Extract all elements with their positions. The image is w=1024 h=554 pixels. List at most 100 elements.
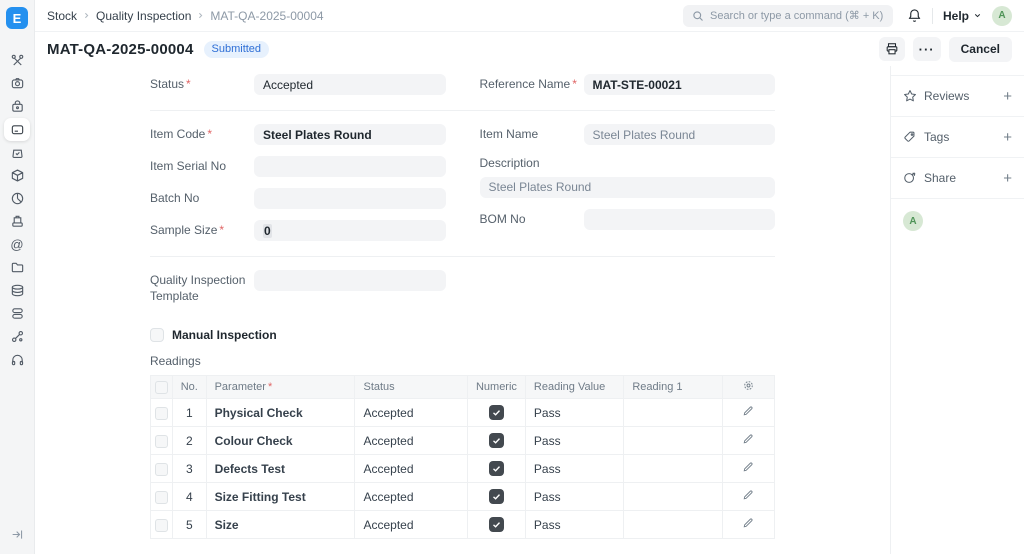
manual-inspection-field[interactable]: Manual Inspection <box>150 328 775 342</box>
app-logo[interactable]: E <box>6 7 28 29</box>
numeric-cell[interactable] <box>467 511 525 539</box>
row-checkbox[interactable] <box>155 519 168 532</box>
reading-1-cell[interactable] <box>624 427 722 455</box>
breadcrumb-separator-icon <box>196 11 205 20</box>
qi-template-input[interactable] <box>254 270 446 291</box>
parameter-cell[interactable]: Size Fitting Test <box>206 483 355 511</box>
print-button[interactable] <box>879 37 905 61</box>
navbar-divider <box>932 8 933 24</box>
reading-1-cell[interactable] <box>624 455 722 483</box>
add-review-button[interactable]: + <box>1003 88 1012 105</box>
sidebar-item-buying[interactable] <box>4 95 30 118</box>
row-no-cell: 3 <box>173 455 207 483</box>
panel-item-tags[interactable]: Tags + <box>891 117 1024 158</box>
row-select-cell <box>151 399 173 427</box>
numeric-checkbox-checked[interactable] <box>489 517 504 532</box>
select-all-checkbox[interactable] <box>155 381 168 394</box>
parameter-cell[interactable]: Physical Check <box>206 399 355 427</box>
panel-item-share[interactable]: Share + <box>891 158 1024 199</box>
panel-item-reviews[interactable]: Reviews + <box>891 76 1024 117</box>
sidebar-item-selling[interactable] <box>4 141 30 164</box>
required-marker: * <box>207 127 212 141</box>
breadcrumb-quality-inspection[interactable]: Quality Inspection <box>96 9 191 23</box>
col-header-reading-value: Reading Value <box>525 376 623 399</box>
item-serial-no-input[interactable] <box>254 156 446 177</box>
assigned-user-avatar[interactable]: A <box>903 211 923 231</box>
reading-value-cell[interactable]: Pass <box>525 483 623 511</box>
reading-1-cell[interactable] <box>624 511 722 539</box>
parameter-cell[interactable]: Colour Check <box>206 427 355 455</box>
help-menu[interactable]: Help <box>943 9 982 23</box>
field-sample-size: Sample Size* 0 <box>150 220 446 241</box>
edit-pencil-icon[interactable] <box>742 433 754 445</box>
cancel-button[interactable]: Cancel <box>949 37 1012 62</box>
reading-1-cell[interactable] <box>624 483 722 511</box>
add-tag-button[interactable]: + <box>1003 129 1012 146</box>
global-search-input[interactable]: Search or type a command (⌘ + K) <box>683 5 893 27</box>
status-cell[interactable]: Accepted <box>355 399 467 427</box>
row-checkbox[interactable] <box>155 463 168 476</box>
manual-inspection-checkbox[interactable] <box>150 328 164 342</box>
add-share-button[interactable]: + <box>1003 170 1012 187</box>
sidebar-item-email[interactable]: @ <box>4 233 30 256</box>
reference-name-input[interactable]: MAT-STE-00021 <box>584 74 776 95</box>
edit-pencil-icon[interactable] <box>742 489 754 501</box>
sidebar-item-files[interactable] <box>4 256 30 279</box>
row-edit-cell <box>722 399 774 427</box>
batch-no-input[interactable] <box>254 188 446 209</box>
edit-pencil-icon[interactable] <box>742 405 754 417</box>
item-code-input[interactable]: Steel Plates Round <box>254 124 446 145</box>
sample-size-input[interactable]: 0 <box>254 220 446 241</box>
numeric-checkbox-checked[interactable] <box>489 489 504 504</box>
sidebar-item-manufacturing[interactable] <box>4 210 30 233</box>
main-column: Stock Quality Inspection MAT-QA-2025-000… <box>35 0 1024 554</box>
numeric-checkbox-checked[interactable] <box>489 405 504 420</box>
breadcrumb-separator-icon <box>82 11 91 20</box>
sidebar-item-layers[interactable] <box>4 302 30 325</box>
sidebar-item-support[interactable] <box>4 348 30 371</box>
edit-pencil-icon[interactable] <box>742 517 754 529</box>
numeric-checkbox-checked[interactable] <box>489 433 504 448</box>
user-avatar[interactable]: A <box>992 6 1012 26</box>
row-checkbox[interactable] <box>155 407 168 420</box>
reading-value-cell[interactable]: Pass <box>525 399 623 427</box>
row-select-cell <box>151 427 173 455</box>
sidebar-item-active-card[interactable] <box>4 118 30 141</box>
status-cell[interactable]: Accepted <box>355 455 467 483</box>
gear-icon[interactable] <box>742 379 755 392</box>
sidebar-item-analytics[interactable] <box>4 187 30 210</box>
reading-value-cell[interactable]: Pass <box>525 511 623 539</box>
search-placeholder: Search or type a command (⌘ + K) <box>710 9 883 22</box>
sidebar-item-stock[interactable] <box>4 164 30 187</box>
status-cell[interactable]: Accepted <box>355 483 467 511</box>
numeric-checkbox-checked[interactable] <box>489 461 504 476</box>
status-cell[interactable]: Accepted <box>355 427 467 455</box>
numeric-cell[interactable] <box>467 399 525 427</box>
sidebar-item-tools[interactable] <box>4 49 30 72</box>
sidebar-item-integrations[interactable] <box>4 325 30 348</box>
numeric-cell[interactable] <box>467 427 525 455</box>
edit-pencil-icon[interactable] <box>742 461 754 473</box>
parameter-cell[interactable]: Size <box>206 511 355 539</box>
status-input[interactable]: Accepted <box>254 74 446 95</box>
reading-value-cell[interactable]: Pass <box>525 427 623 455</box>
bom-no-input[interactable] <box>584 209 776 230</box>
reading-1-cell[interactable] <box>624 399 722 427</box>
field-description: Description Steel Plates Round <box>480 156 776 198</box>
parameter-cell[interactable]: Defects Test <box>206 455 355 483</box>
menu-more-button[interactable]: ··· <box>913 37 941 61</box>
status-cell[interactable]: Accepted <box>355 511 467 539</box>
row-checkbox[interactable] <box>155 491 168 504</box>
reading-value-cell[interactable]: Pass <box>525 455 623 483</box>
numeric-cell[interactable] <box>467 455 525 483</box>
sidebar-collapse-button[interactable] <box>4 523 30 546</box>
numeric-cell[interactable] <box>467 483 525 511</box>
field-label: Item Serial No <box>150 156 254 175</box>
notifications-bell-icon[interactable] <box>907 8 922 23</box>
document-side-panel: Reviews + Tags + Share + A <box>890 66 1024 554</box>
row-checkbox[interactable] <box>155 435 168 448</box>
sidebar-item-camera[interactable] <box>4 72 30 95</box>
sidebar-item-database[interactable] <box>4 279 30 302</box>
field-label: Sample Size* <box>150 220 254 239</box>
breadcrumb-stock[interactable]: Stock <box>47 9 77 23</box>
